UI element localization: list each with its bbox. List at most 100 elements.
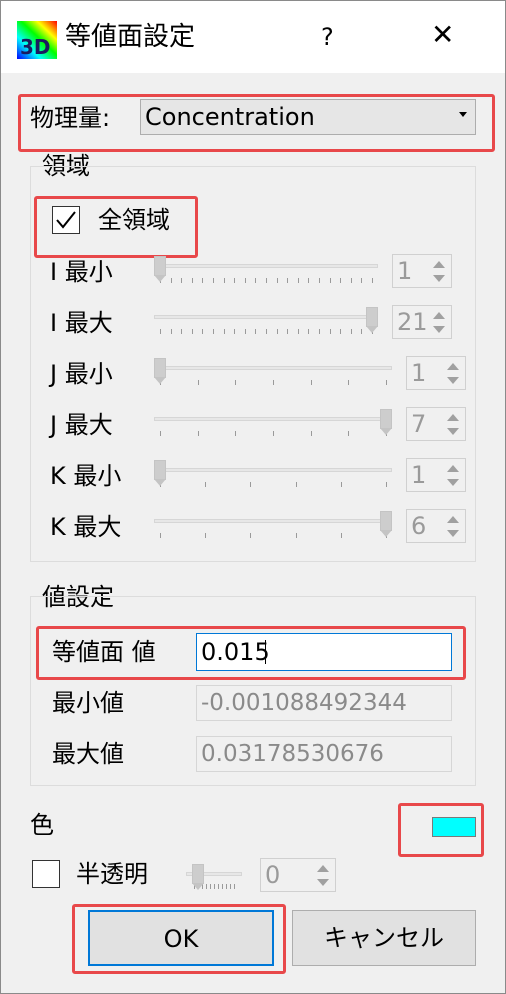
region-slider-thumb[interactable] bbox=[154, 256, 166, 282]
slider-tick bbox=[205, 482, 207, 487]
translucent-value: 0 bbox=[265, 861, 281, 889]
slider-tick bbox=[223, 278, 225, 283]
translucent-slider-thumb[interactable] bbox=[192, 864, 204, 890]
region-slider-thumb[interactable] bbox=[154, 358, 166, 384]
region-spinbox-value: 1 bbox=[397, 257, 413, 285]
region-spinbox[interactable]: 1 bbox=[406, 356, 466, 390]
region-spinbox-value: 7 bbox=[411, 410, 427, 438]
region-slider-track[interactable] bbox=[154, 264, 378, 268]
slider-tick bbox=[160, 533, 161, 538]
spin-up-icon[interactable] bbox=[447, 363, 459, 370]
slider-tick bbox=[235, 431, 237, 436]
slider-tick bbox=[295, 482, 297, 487]
slider-tick bbox=[361, 278, 363, 283]
slider-tick bbox=[310, 431, 312, 436]
translucent-checkbox[interactable] bbox=[32, 860, 60, 888]
slider-tick bbox=[266, 329, 267, 334]
spin-down-icon[interactable] bbox=[447, 428, 459, 435]
slider-tick bbox=[218, 884, 219, 889]
slider-tick bbox=[386, 482, 387, 487]
slider-tick bbox=[244, 278, 246, 283]
region-spinbox[interactable]: 21 bbox=[392, 305, 452, 339]
min-value-field: -0.001088492344 bbox=[196, 685, 452, 721]
region-slider-track[interactable] bbox=[154, 366, 392, 370]
region-slider-track[interactable] bbox=[154, 417, 392, 421]
region-spinbox[interactable]: 7 bbox=[406, 407, 466, 441]
region-slider-track[interactable] bbox=[154, 468, 392, 472]
help-button[interactable]: ? bbox=[321, 19, 334, 55]
min-value-label: 最小値 bbox=[52, 689, 124, 717]
slider-tick bbox=[222, 884, 223, 889]
all-region-label: 全領域 bbox=[98, 206, 170, 234]
region-spinbox[interactable]: 1 bbox=[406, 458, 466, 492]
ok-button[interactable]: OK bbox=[88, 910, 274, 966]
region-slider-thumb[interactable] bbox=[380, 409, 392, 435]
spin-down-icon[interactable] bbox=[447, 530, 459, 537]
slider-tick bbox=[350, 329, 352, 334]
slider-tick bbox=[234, 884, 235, 889]
slider-tick bbox=[213, 329, 214, 334]
slider-tick bbox=[297, 278, 299, 283]
spin-down-icon[interactable] bbox=[447, 479, 459, 486]
slider-tick bbox=[372, 278, 373, 283]
slider-tick bbox=[202, 329, 204, 334]
region-slider-track[interactable] bbox=[154, 315, 378, 319]
chevron-down-icon bbox=[459, 112, 467, 117]
region-spinbox[interactable]: 6 bbox=[406, 509, 466, 543]
title-bar: 3D 等値面設定 ? ✕ bbox=[1, 1, 505, 73]
region-slider-thumb[interactable] bbox=[154, 460, 166, 486]
slider-tick bbox=[329, 278, 331, 283]
slider-tick bbox=[205, 533, 207, 538]
slider-tick bbox=[310, 380, 312, 385]
min-value-text: -0.001088492344 bbox=[201, 690, 407, 716]
region-spinbox-value: 1 bbox=[411, 359, 427, 387]
slider-tick bbox=[235, 380, 237, 385]
all-region-checkbox[interactable] bbox=[52, 206, 80, 234]
region-slider-thumb[interactable] bbox=[366, 307, 378, 333]
slider-tick bbox=[234, 329, 236, 334]
slider-tick bbox=[273, 431, 274, 436]
slider-tick bbox=[276, 278, 278, 283]
slider-tick bbox=[250, 533, 252, 538]
region-row-label: K 最小 bbox=[50, 462, 122, 490]
slider-tick bbox=[170, 329, 172, 334]
slider-tick bbox=[348, 431, 350, 436]
close-button[interactable]: ✕ bbox=[431, 17, 454, 53]
region-spinbox-value: 1 bbox=[411, 461, 427, 489]
text-caret bbox=[265, 640, 266, 664]
physical-quantity-select[interactable]: Concentration bbox=[140, 99, 476, 135]
slider-tick bbox=[206, 884, 207, 889]
slider-tick bbox=[308, 329, 310, 334]
region-row-label: I 最大 bbox=[50, 309, 113, 337]
spin-down-icon[interactable] bbox=[447, 377, 459, 384]
spin-down-icon[interactable] bbox=[433, 275, 445, 282]
slider-tick bbox=[202, 278, 204, 283]
spin-up-icon[interactable] bbox=[447, 414, 459, 421]
iso-value-input[interactable]: 0.015 bbox=[196, 633, 452, 671]
color-label: 色 bbox=[30, 811, 54, 839]
region-slider-thumb[interactable] bbox=[380, 511, 392, 537]
physical-quantity-value: Concentration bbox=[145, 103, 315, 131]
region-row-label: I 最小 bbox=[50, 258, 113, 286]
checkmark-icon bbox=[56, 211, 76, 229]
color-swatch-button[interactable] bbox=[432, 817, 476, 837]
cancel-button[interactable]: キャンセル bbox=[292, 910, 476, 966]
region-slider-track[interactable] bbox=[154, 519, 392, 523]
slider-tick bbox=[386, 380, 387, 385]
spin-down-icon[interactable] bbox=[433, 326, 445, 333]
window-title: 等値面設定 bbox=[65, 22, 196, 52]
spin-up-icon[interactable] bbox=[447, 516, 459, 523]
spin-up-icon[interactable] bbox=[433, 312, 445, 319]
spin-up-icon[interactable] bbox=[447, 465, 459, 472]
spin-down-icon[interactable] bbox=[317, 879, 329, 886]
spin-up-icon[interactable] bbox=[433, 261, 445, 268]
spin-up-icon[interactable] bbox=[317, 865, 329, 872]
slider-tick bbox=[340, 278, 342, 283]
region-spinbox-value: 6 bbox=[411, 512, 427, 540]
translucent-spinbox[interactable]: 0 bbox=[260, 858, 336, 892]
region-spinbox[interactable]: 1 bbox=[392, 254, 452, 288]
region-row-label: J 最小 bbox=[50, 360, 113, 388]
slider-tick bbox=[340, 482, 342, 487]
max-value-text: 0.03178530676 bbox=[201, 741, 384, 767]
slider-tick bbox=[214, 884, 215, 889]
